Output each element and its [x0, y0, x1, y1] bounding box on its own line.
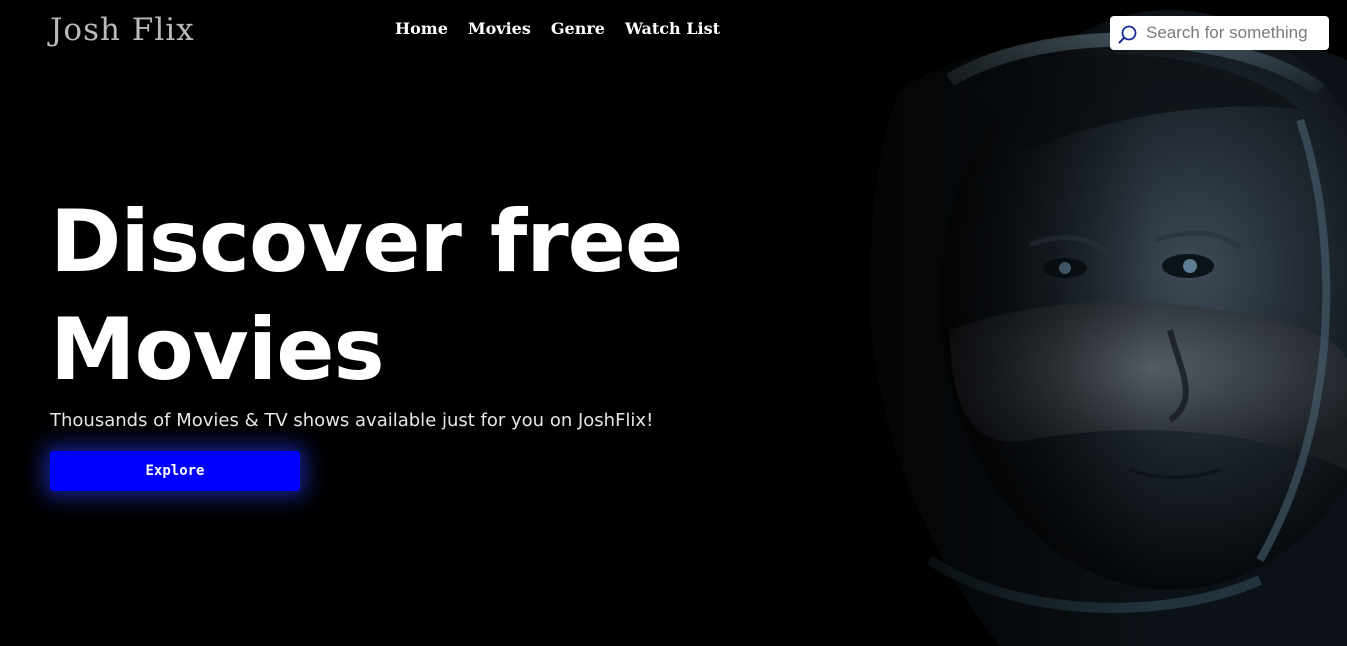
- hero-title-line-2: Movies: [50, 300, 385, 400]
- nav-watch-list[interactable]: Watch List: [625, 18, 720, 40]
- site-header: Josh Flix Home Movies Genre Watch List: [0, 0, 1347, 62]
- nav-home[interactable]: Home: [395, 18, 448, 40]
- nav-genre[interactable]: Genre: [551, 18, 605, 40]
- main-nav: Home Movies Genre Watch List: [395, 18, 720, 40]
- landing-page: Josh Flix Home Movies Genre Watch List D…: [0, 0, 1347, 646]
- search-icon[interactable]: [1117, 24, 1139, 46]
- site-logo[interactable]: Josh Flix: [50, 10, 195, 50]
- hero-astronaut-image: [700, 0, 1347, 646]
- explore-button[interactable]: Explore: [50, 451, 300, 491]
- search-box: [1110, 16, 1329, 50]
- hero-title: Discover free Movies: [50, 188, 750, 404]
- hero-title-line-1: Discover free: [50, 192, 683, 292]
- hero-subtitle: Thousands of Movies & TV shows available…: [50, 410, 654, 431]
- nav-movies[interactable]: Movies: [468, 18, 531, 40]
- search-input[interactable]: [1146, 18, 1326, 48]
